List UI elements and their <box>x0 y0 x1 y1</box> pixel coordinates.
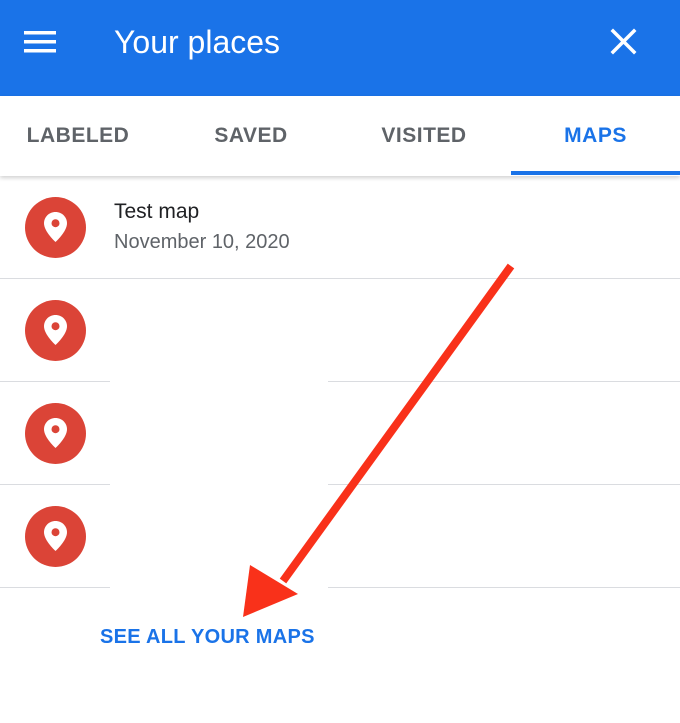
list-item[interactable] <box>0 279 680 382</box>
list-item[interactable] <box>0 485 680 588</box>
tab-visited[interactable]: VISITED <box>338 96 510 176</box>
page-title: Your places <box>114 24 281 60</box>
close-button[interactable] <box>603 22 645 64</box>
menu-icon <box>24 31 56 53</box>
see-all-maps-link[interactable]: SEE ALL YOUR MAPS <box>100 626 315 649</box>
menu-button[interactable] <box>22 22 82 62</box>
redacted-area <box>110 280 328 592</box>
map-pin-icon <box>44 521 67 551</box>
map-avatar <box>25 300 86 361</box>
map-pin-icon <box>44 315 67 345</box>
map-avatar <box>25 506 86 567</box>
close-icon <box>610 28 637 55</box>
list-item[interactable]: Test map November 10, 2020 <box>0 176 680 279</box>
map-pin-icon <box>44 418 67 448</box>
map-date: November 10, 2020 <box>114 231 290 253</box>
your-places-panel: Your places LABELED SAVED VISITED MAPS T… <box>0 0 680 723</box>
list-item[interactable] <box>0 382 680 485</box>
map-avatar <box>25 197 86 258</box>
tab-maps[interactable]: MAPS <box>511 96 680 176</box>
app-header: Your places <box>0 0 680 96</box>
tab-bar: LABELED SAVED VISITED MAPS <box>0 96 680 176</box>
map-pin-icon <box>44 212 67 242</box>
map-avatar <box>25 403 86 464</box>
map-title: Test map <box>114 200 200 223</box>
active-tab-indicator <box>511 171 680 175</box>
tab-labeled[interactable]: LABELED <box>0 96 156 176</box>
divider <box>0 587 680 588</box>
tab-saved[interactable]: SAVED <box>166 96 336 176</box>
